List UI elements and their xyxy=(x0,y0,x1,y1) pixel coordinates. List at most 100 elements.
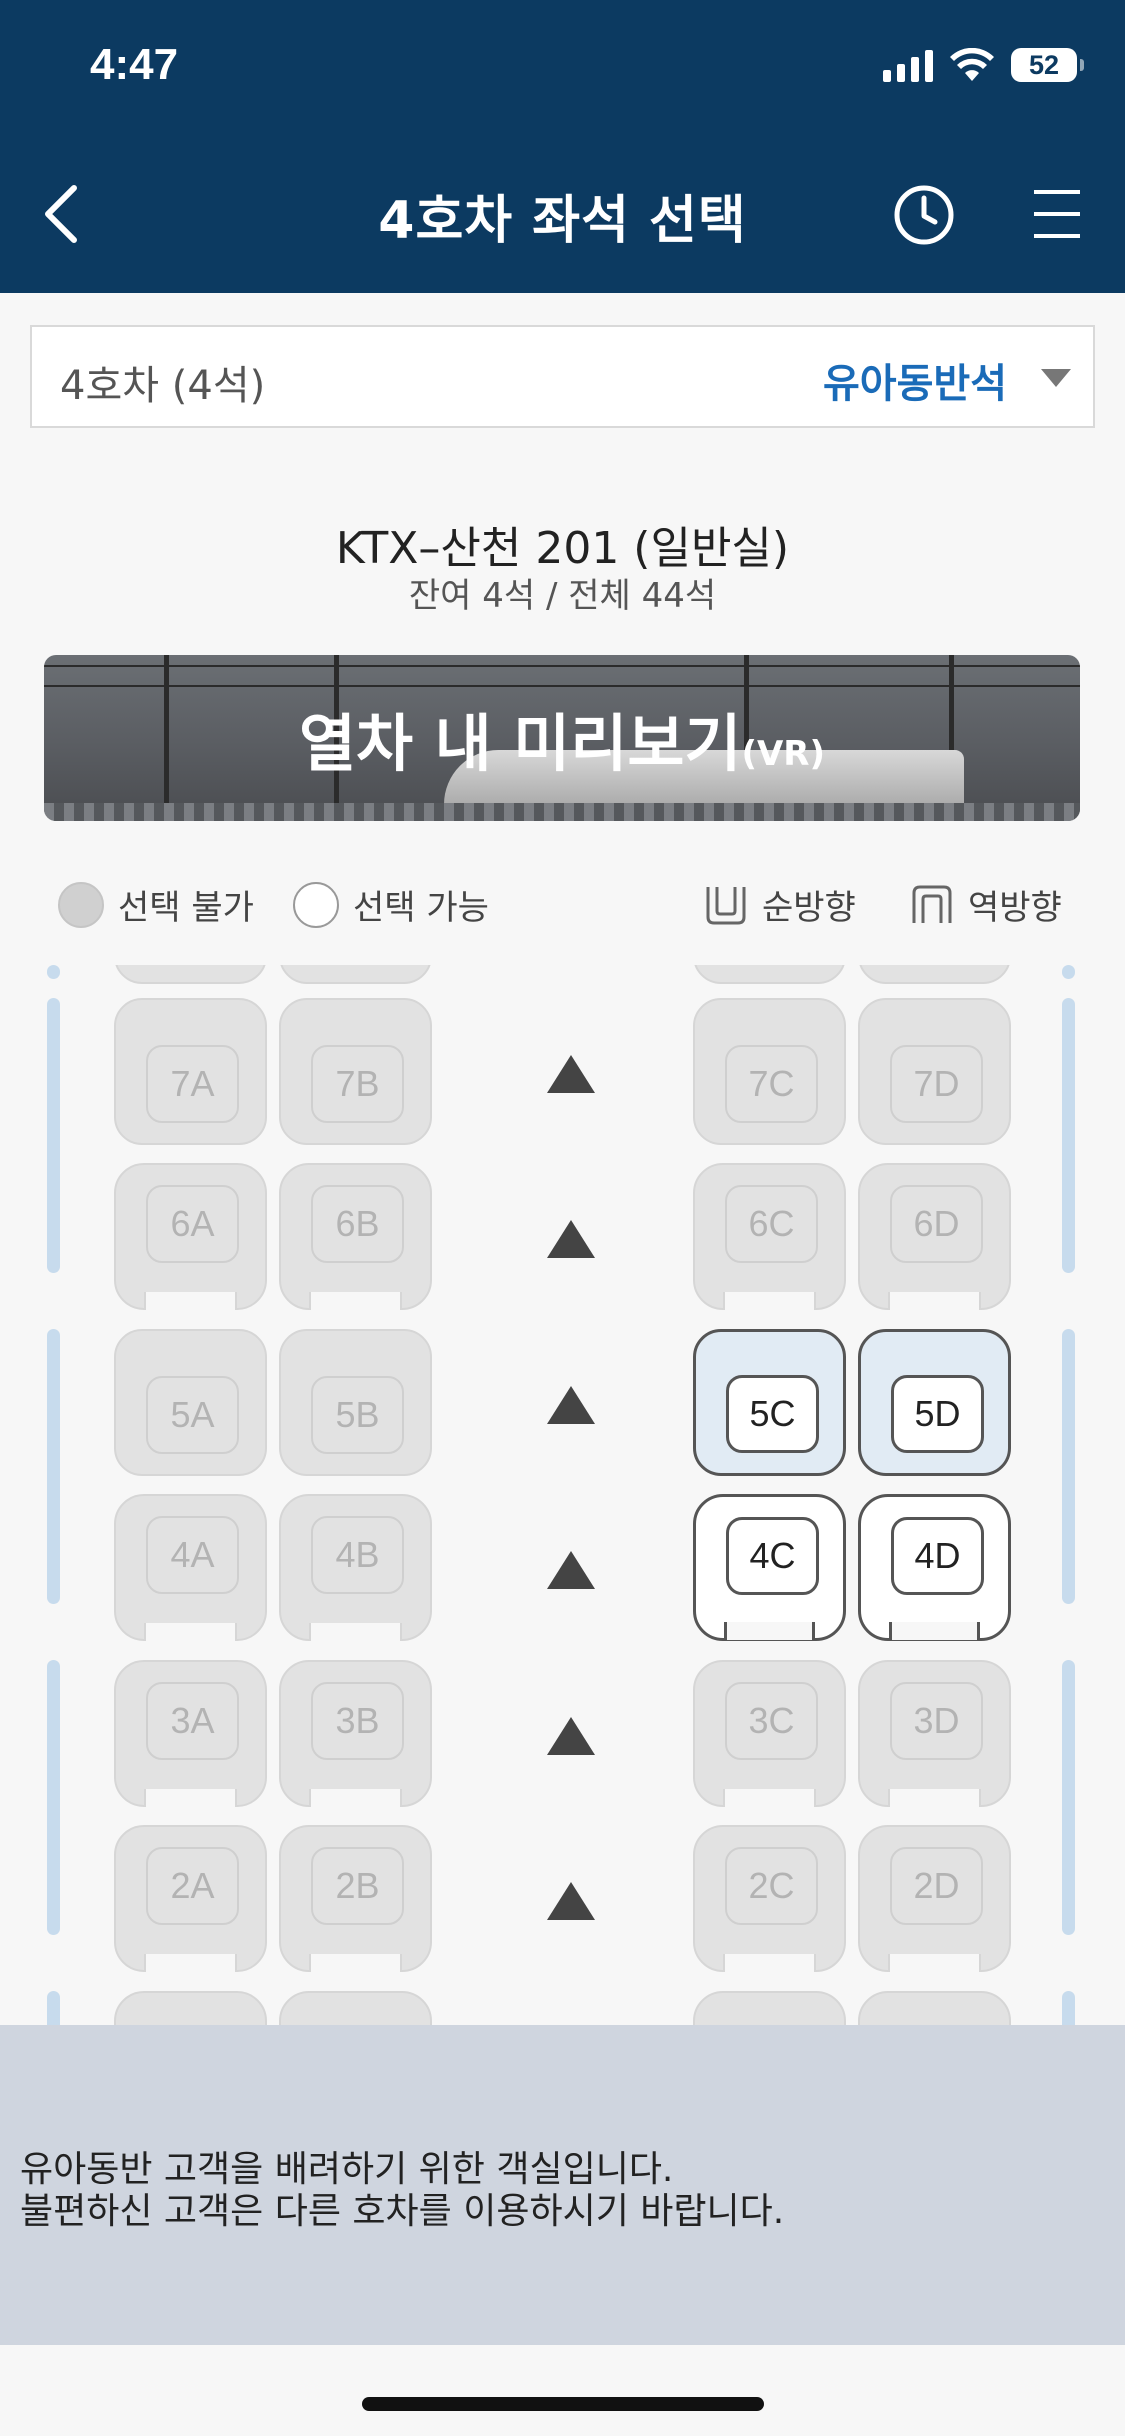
seat-3b: 3B xyxy=(279,1660,432,1807)
seat-5c[interactable]: 5C xyxy=(693,1329,846,1476)
seat-notch xyxy=(144,1292,237,1310)
direction-arrow-icon xyxy=(547,1717,595,1755)
seat-7d: 7D xyxy=(858,998,1011,1145)
chevron-down-icon xyxy=(1041,369,1071,387)
seat-notch xyxy=(144,1789,237,1807)
seat-label: 5A xyxy=(146,1376,239,1454)
notice-panel: 유아동반 고객을 배려하기 위한 객실입니다. 불편하신 고객은 다른 호차를 … xyxy=(0,2025,1125,2345)
window-strip xyxy=(1062,1991,1075,2025)
seat-label: 4B xyxy=(311,1516,404,1594)
seat-partial xyxy=(279,1991,432,2025)
seat-partial xyxy=(279,965,432,984)
seat-label: 6A xyxy=(146,1185,239,1263)
seat-7b: 7B xyxy=(279,998,432,1145)
clock-icon[interactable] xyxy=(893,184,955,246)
reverse-seat-icon xyxy=(912,885,952,923)
status-icons: 52 xyxy=(883,48,1084,82)
seat-label: 4A xyxy=(146,1516,239,1594)
direction-arrow-icon xyxy=(547,1551,595,1589)
window-strip xyxy=(1062,998,1075,1273)
seat-label: 6C xyxy=(725,1185,818,1263)
seat-6c: 6C xyxy=(693,1163,846,1310)
car-selector[interactable]: 4호차 (4석) 유아동반석 xyxy=(30,325,1095,428)
seat-partial xyxy=(114,1991,267,2025)
seat-label: 3C xyxy=(725,1682,818,1760)
seat-5b: 5B xyxy=(279,1329,432,1476)
seat-label: 6D xyxy=(890,1185,983,1263)
seat-notch xyxy=(723,1292,816,1310)
seat-notch xyxy=(889,1622,980,1640)
seat-partial xyxy=(693,1991,846,2025)
seat-label: 2D xyxy=(890,1847,983,1925)
seat-label: 5B xyxy=(311,1376,404,1454)
seat-notch xyxy=(723,1789,816,1807)
seat-label: 2A xyxy=(146,1847,239,1925)
seat-5d[interactable]: 5D xyxy=(858,1329,1011,1476)
legend-unavailable: 선택 불가 xyxy=(58,880,254,929)
forward-seat-icon xyxy=(706,886,746,924)
seat-label: 4D xyxy=(891,1517,984,1595)
seat-notch xyxy=(309,1789,402,1807)
seat-label: 2C xyxy=(725,1847,818,1925)
signal-icon xyxy=(883,48,933,82)
window-strip xyxy=(47,965,60,979)
car-number: 4호차 (4석) xyxy=(60,363,266,409)
overhead-wire xyxy=(44,685,1080,687)
seat-notch xyxy=(888,1954,981,1972)
overhead-wire xyxy=(44,665,1080,667)
seat-label: 7D xyxy=(890,1045,983,1123)
window-strip xyxy=(1062,1660,1075,1935)
available-dot-icon xyxy=(293,881,339,928)
rail xyxy=(44,803,1080,821)
legend-forward: 순방향 xyxy=(704,880,856,929)
status-time: 4:47 xyxy=(90,40,179,89)
seat-6b: 6B xyxy=(279,1163,432,1310)
seat-6a: 6A xyxy=(114,1163,267,1310)
seat-4d[interactable]: 4D xyxy=(858,1494,1011,1641)
seat-7a: 7A xyxy=(114,998,267,1145)
seat-label: 3B xyxy=(311,1682,404,1760)
window-strip xyxy=(47,998,60,1273)
page-title: 4호차 좌석 선택 xyxy=(378,191,747,251)
hamburger-icon[interactable] xyxy=(1032,188,1082,240)
wifi-icon xyxy=(950,48,994,81)
seat-label: 5C xyxy=(726,1375,819,1453)
home-indicator[interactable] xyxy=(362,2397,764,2411)
battery-level: 52 xyxy=(1028,49,1060,80)
car-type: 유아동반석 xyxy=(823,361,1007,407)
app-header: 4:47 52 4호차 좌석 선택 xyxy=(0,0,1125,293)
legend-available: 선택 가능 xyxy=(293,880,489,929)
direction-arrow-icon xyxy=(547,1220,595,1258)
seat-map: 7A 7B 7C 7D 6A 6B 6C 6D 5A 5B 5C 5D 4A 4… xyxy=(0,965,1125,2025)
seat-3a: 3A xyxy=(114,1660,267,1807)
seat-4c[interactable]: 4C xyxy=(693,1494,846,1641)
seat-notch xyxy=(723,1954,816,1972)
seat-5a: 5A xyxy=(114,1329,267,1476)
seat-label: 7C xyxy=(725,1045,818,1123)
seat-3c: 3C xyxy=(693,1660,846,1807)
seat-label: 3D xyxy=(890,1682,983,1760)
seat-3d: 3D xyxy=(858,1660,1011,1807)
seats-summary: 잔여 4석 / 전체 44석 xyxy=(408,576,717,616)
vr-preview-banner[interactable]: 열차 내 미리보기(VR) xyxy=(44,655,1080,821)
seat-4b: 4B xyxy=(279,1494,432,1641)
legend-reverse-label: 역방향 xyxy=(968,888,1062,928)
vr-banner-title: 열차 내 미리보기(VR) xyxy=(44,693,1080,783)
direction-arrow-icon xyxy=(547,1055,595,1093)
legend-forward-label: 순방향 xyxy=(762,888,856,928)
unavailable-dot-icon xyxy=(58,881,104,928)
seat-label: 5D xyxy=(891,1375,984,1453)
seat-label: 4C xyxy=(726,1517,819,1595)
window-strip xyxy=(47,1329,60,1604)
seat-label: 7A xyxy=(146,1045,239,1123)
seat-notch xyxy=(888,1789,981,1807)
vr-banner-main: 열차 내 미리보기 xyxy=(298,707,742,780)
seat-2c: 2C xyxy=(693,1825,846,1972)
seat-2d: 2D xyxy=(858,1825,1011,1972)
seat-notch xyxy=(144,1954,237,1972)
legend-reverse: 역방향 xyxy=(910,880,1062,929)
window-strip xyxy=(1062,1329,1075,1604)
window-strip xyxy=(47,1991,60,2025)
direction-arrow-icon xyxy=(547,1386,595,1424)
direction-arrow-icon xyxy=(547,1882,595,1920)
